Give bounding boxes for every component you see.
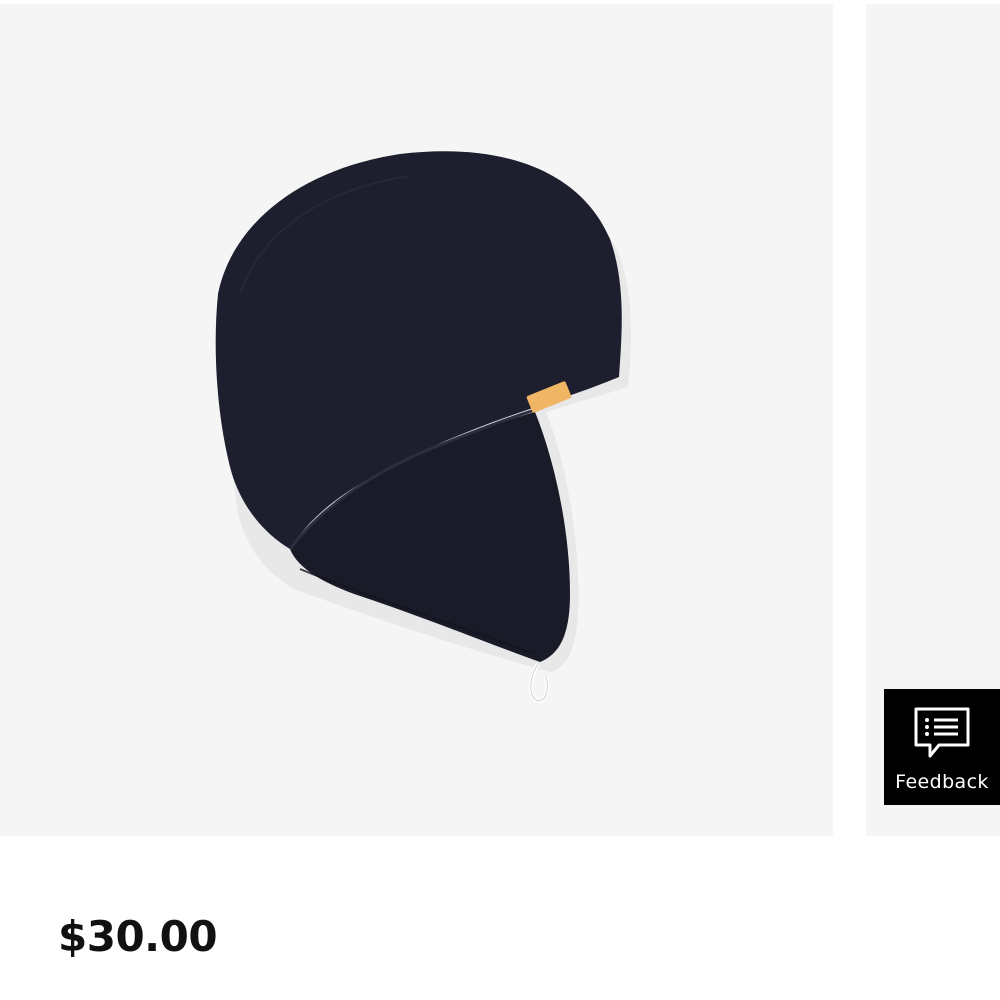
- feedback-label: Feedback: [895, 771, 989, 793]
- product-image: [215, 151, 631, 703]
- feedback-chat-icon: [914, 707, 970, 758]
- product-image-slide[interactable]: [0, 4, 833, 836]
- product-page: Feedback $30.00: [0, 0, 1000, 1000]
- product-price: $30.00: [58, 912, 218, 961]
- feedback-button[interactable]: Feedback: [884, 689, 1000, 805]
